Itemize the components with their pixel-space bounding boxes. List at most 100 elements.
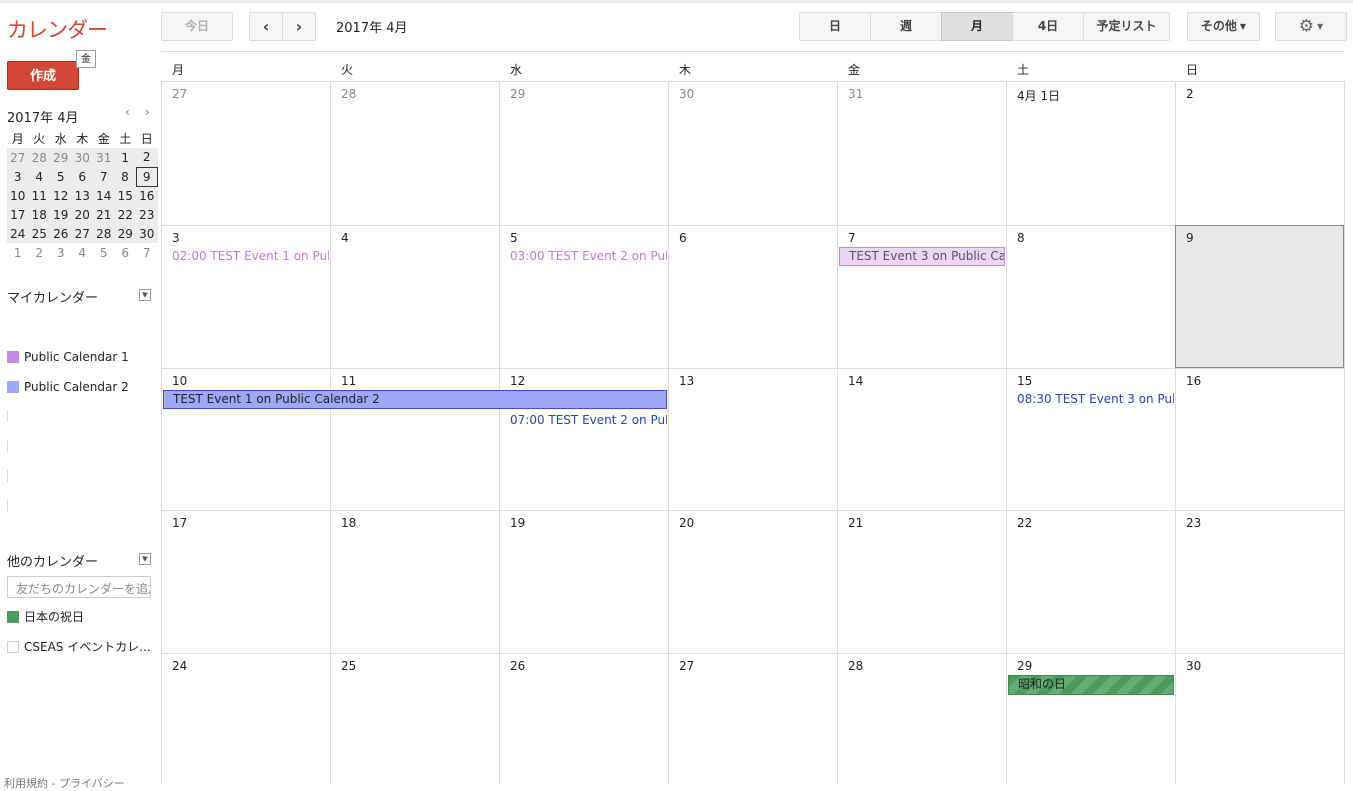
day-number[interactable]: 7 xyxy=(848,231,856,245)
footer-links[interactable]: 利用規約 - プライバシー xyxy=(4,775,125,791)
mini-next-button[interactable]: › xyxy=(145,105,150,119)
mini-day[interactable]: 10 xyxy=(7,186,29,205)
day-number[interactable]: 10 xyxy=(172,374,187,388)
mini-day[interactable]: 20 xyxy=(71,205,93,224)
day-number[interactable]: 15 xyxy=(1017,374,1032,388)
day-number[interactable]: 14 xyxy=(848,374,863,388)
day-number[interactable]: 9 xyxy=(1186,231,1194,245)
calendar-item-japan-holidays[interactable]: 日本の祝日 xyxy=(7,608,84,625)
holiday-event-bar[interactable]: 昭和の日 xyxy=(1008,675,1174,695)
calendar-item-public-1[interactable]: Public Calendar 1 xyxy=(7,350,129,364)
mini-day[interactable]: 7 xyxy=(93,167,115,186)
mini-day[interactable]: 4 xyxy=(28,167,50,186)
day-number[interactable]: 17 xyxy=(172,516,187,530)
mini-day[interactable]: 1 xyxy=(7,243,29,262)
day-number[interactable]: 2 xyxy=(1186,87,1194,101)
mini-day[interactable]: 29 xyxy=(50,148,72,167)
other-calendars-menu-button[interactable]: ▼ xyxy=(139,553,151,565)
day-number[interactable]: 13 xyxy=(679,374,694,388)
day-number[interactable]: 21 xyxy=(848,516,863,530)
mini-day[interactable]: 17 xyxy=(7,205,29,224)
day-number[interactable]: 12 xyxy=(510,374,525,388)
mini-prev-button[interactable]: ‹ xyxy=(125,105,130,119)
mini-day[interactable]: 26 xyxy=(50,224,72,243)
today-button[interactable]: 今日 xyxy=(161,12,233,41)
day-number[interactable]: 25 xyxy=(341,659,356,673)
day-number[interactable]: 28 xyxy=(341,87,356,101)
event-item[interactable]: 03:00 TEST Event 2 on Public Calendar 1 xyxy=(510,249,667,263)
day-number[interactable]: 6 xyxy=(679,231,687,245)
mini-day[interactable]: 1 xyxy=(114,148,136,167)
day-number[interactable]: 29 xyxy=(510,87,525,101)
create-event-button[interactable]: 作成 xyxy=(7,61,79,90)
day-number[interactable]: 18 xyxy=(341,516,356,530)
mini-day[interactable]: 23 xyxy=(136,205,158,224)
my-calendars-title[interactable]: マイカレンダー xyxy=(7,287,98,306)
next-period-button[interactable]: › xyxy=(282,12,316,41)
today-cell[interactable] xyxy=(1175,225,1344,368)
mini-day[interactable]: 5 xyxy=(50,167,72,186)
mini-day[interactable]: 29 xyxy=(114,224,136,243)
day-number[interactable]: 8 xyxy=(1017,231,1025,245)
mini-day[interactable]: 8 xyxy=(114,167,136,186)
day-number[interactable]: 30 xyxy=(1186,659,1201,673)
mini-day[interactable]: 12 xyxy=(50,186,72,205)
mini-day[interactable]: 14 xyxy=(93,186,115,205)
mini-day[interactable]: 11 xyxy=(28,186,50,205)
day-number[interactable]: 31 xyxy=(848,87,863,101)
calendar-item-cseas[interactable]: CSEAS イベントカレ... xyxy=(7,638,151,655)
event-bar-multiday[interactable]: TEST Event 1 on Public Calendar 2 xyxy=(163,390,667,409)
event-item[interactable]: 08:30 TEST Event 3 on Public Calendar 2 xyxy=(1017,392,1174,406)
day-number[interactable]: 26 xyxy=(510,659,525,673)
mini-day[interactable]: 4 xyxy=(72,243,94,262)
day-number[interactable]: 30 xyxy=(679,87,694,101)
day-number[interactable]: 20 xyxy=(679,516,694,530)
day-number[interactable]: 4 xyxy=(341,231,349,245)
event-item[interactable]: 07:00 TEST Event 2 on Public Calendar 2 xyxy=(510,413,667,427)
view-week-button[interactable]: 週 xyxy=(870,12,942,41)
settings-button[interactable]: ⚙ ▼ xyxy=(1275,12,1347,41)
mini-day[interactable]: 6 xyxy=(71,167,93,186)
day-number[interactable]: 11 xyxy=(341,374,356,388)
view-agenda-button[interactable]: 予定リスト xyxy=(1083,12,1170,41)
mini-day[interactable]: 18 xyxy=(28,205,50,224)
calendar-item-public-2[interactable]: Public Calendar 2 xyxy=(7,380,129,394)
day-number[interactable]: 23 xyxy=(1186,516,1201,530)
day-number[interactable]: 5 xyxy=(510,231,518,245)
prev-period-button[interactable]: ‹ xyxy=(249,12,283,41)
mini-day[interactable]: 25 xyxy=(28,224,50,243)
mini-day[interactable]: 30 xyxy=(71,148,93,167)
mini-day[interactable]: 27 xyxy=(71,224,93,243)
event-bar[interactable]: TEST Event 3 on Public Calendar 1 xyxy=(839,247,1005,266)
view-4day-button[interactable]: 4日 xyxy=(1012,12,1084,41)
add-friend-calendar-input[interactable]: 友だちのカレンダーを追加 xyxy=(7,576,151,598)
mini-day[interactable]: 5 xyxy=(93,243,115,262)
mini-day[interactable]: 3 xyxy=(50,243,72,262)
mini-day-today[interactable]: 9 xyxy=(135,166,158,187)
day-number[interactable]: 29 xyxy=(1017,659,1032,673)
mini-day[interactable]: 13 xyxy=(71,186,93,205)
view-day-button[interactable]: 日 xyxy=(799,12,871,41)
day-number[interactable]: 24 xyxy=(172,659,187,673)
mini-day[interactable]: 28 xyxy=(93,224,115,243)
app-logo[interactable]: カレンダー xyxy=(7,14,108,44)
day-number[interactable]: 27 xyxy=(172,87,187,101)
mini-day[interactable]: 19 xyxy=(50,205,72,224)
mini-day[interactable]: 24 xyxy=(7,224,29,243)
mini-day[interactable]: 30 xyxy=(136,224,158,243)
mini-day[interactable]: 21 xyxy=(93,205,115,224)
mini-day[interactable]: 15 xyxy=(114,186,136,205)
my-calendars-menu-button[interactable]: ▼ xyxy=(139,289,151,301)
mini-day[interactable]: 27 xyxy=(7,148,29,167)
mini-day[interactable]: 22 xyxy=(114,205,136,224)
mini-day[interactable]: 2 xyxy=(136,148,158,167)
day-number[interactable]: 22 xyxy=(1017,516,1032,530)
day-number[interactable]: 19 xyxy=(510,516,525,530)
day-number[interactable]: 3 xyxy=(172,231,180,245)
day-number[interactable]: 4月 1日 xyxy=(1017,87,1060,104)
mini-day[interactable]: 7 xyxy=(136,243,158,262)
view-month-button[interactable]: 月 xyxy=(941,12,1013,41)
mini-day[interactable]: 31 xyxy=(93,148,115,167)
mini-day[interactable]: 3 xyxy=(7,167,29,186)
other-calendars-title[interactable]: 他のカレンダー xyxy=(7,551,98,570)
